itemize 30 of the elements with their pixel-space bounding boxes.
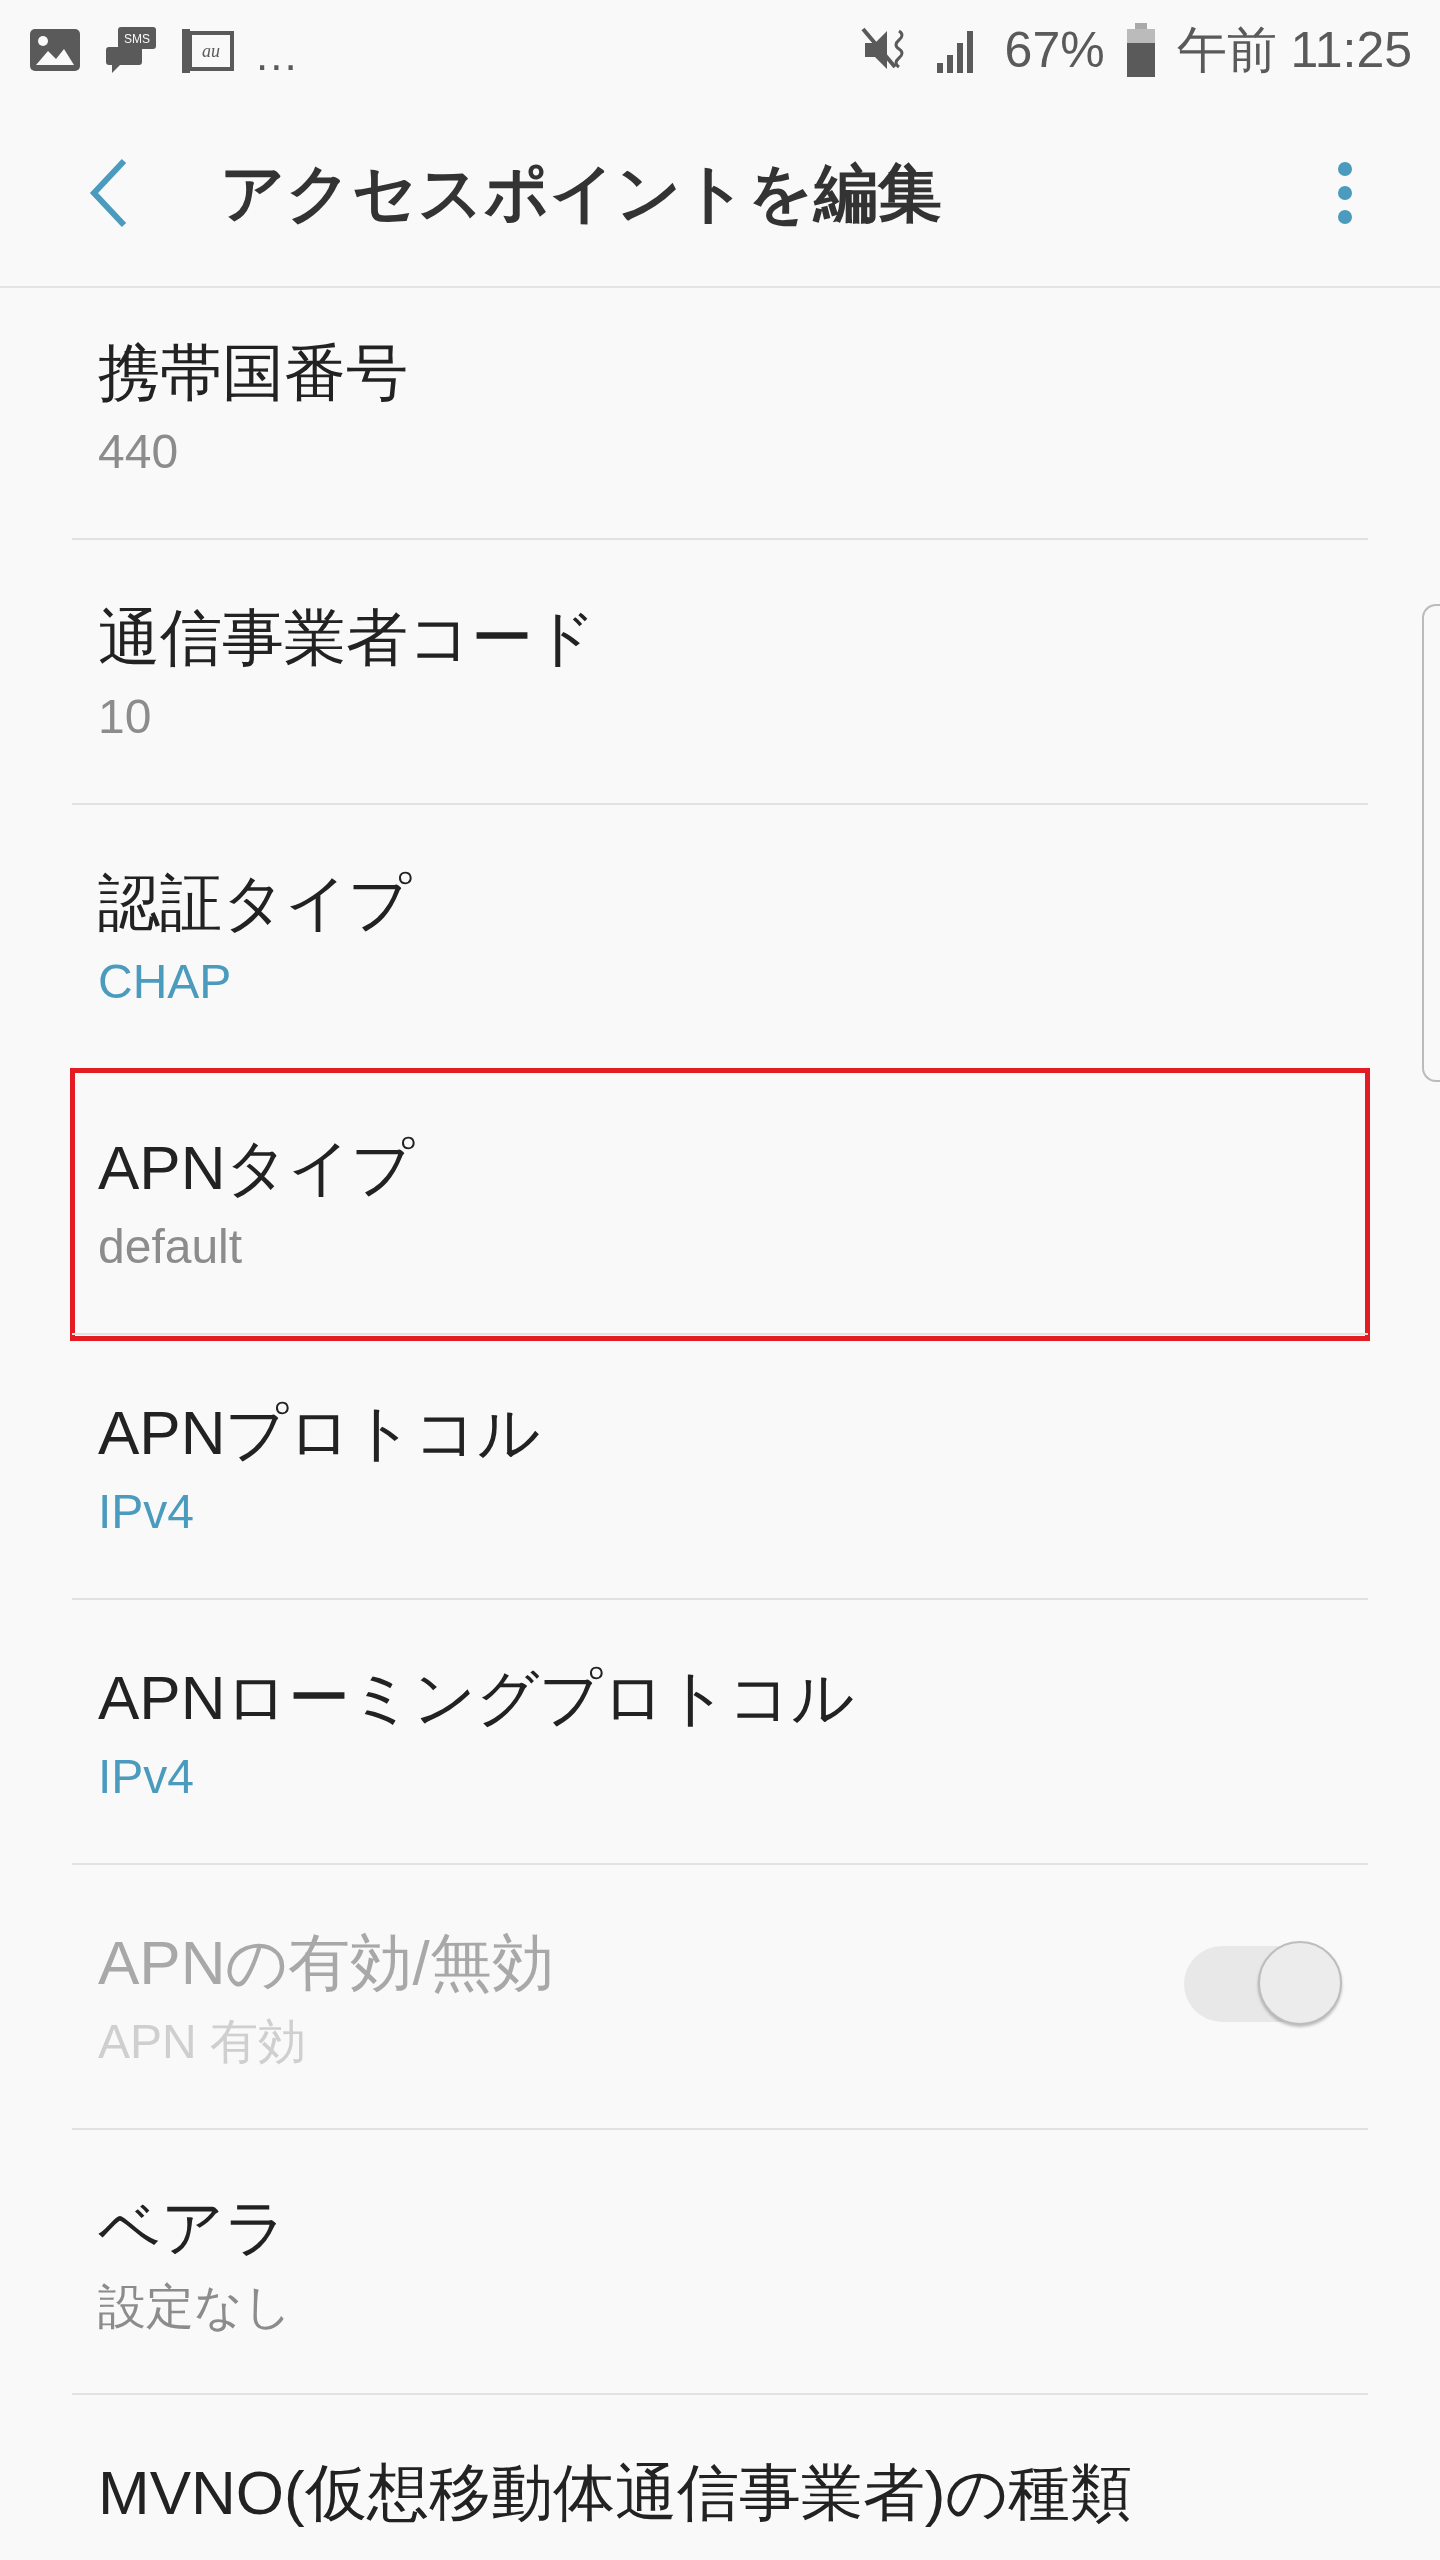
setting-title: 携帯国番号 [98,337,409,409]
setting-row[interactable]: 認証タイプ CHAP [72,803,1368,1068]
setting-value: 設定なし [98,2279,293,2335]
setting-value: IPv4 [98,1484,196,1540]
setting-row[interactable]: 携帯国番号 440 [72,288,1368,538]
setting-row[interactable]: APNローミングプロトコル IPv4 [72,1598,1368,1863]
setting-title: APNタイプ [98,1132,416,1204]
setting-row[interactable]: MVNO(仮想移動体通信事業者)の種類 [72,2393,1368,2560]
setting-title: APNローミングプロトコル [98,1662,856,1734]
setting-value: 10 [98,689,153,745]
setting-title: APNプロトコル [98,1397,542,1469]
setting-value: IPv4 [98,1749,196,1805]
setting-title: MVNO(仮想移動体通信事業者)の種類 [98,2457,1134,2529]
battery-percentage: 67% [1004,21,1105,79]
toggle-switch[interactable] [1184,1941,1342,2027]
more-notifications: ... [256,30,299,80]
setting-value: default [98,1219,244,1275]
setting-value: CHAP [98,954,233,1010]
setting-title: APNの有効/無効 [98,1927,555,1999]
setting-row[interactable]: 通信事業者コード 10 [72,538,1368,803]
clock-time: 午前 11:25 [1176,20,1412,80]
setting-title: ベアラ [98,2192,288,2264]
setting-row[interactable]: APNプロトコル IPv4 [72,1333,1368,1598]
screen-title: アクセスポイントを編集 [220,155,943,231]
setting-row[interactable]: ベアラ 設定なし [72,2128,1368,2393]
battery-icon [1126,23,1155,77]
setting-row[interactable]: APNタイプ default [72,1068,1368,1333]
setting-value: 440 [98,424,180,480]
setting-title: 通信事業者コード [98,602,597,674]
setting-title: 認証タイプ [98,867,413,939]
